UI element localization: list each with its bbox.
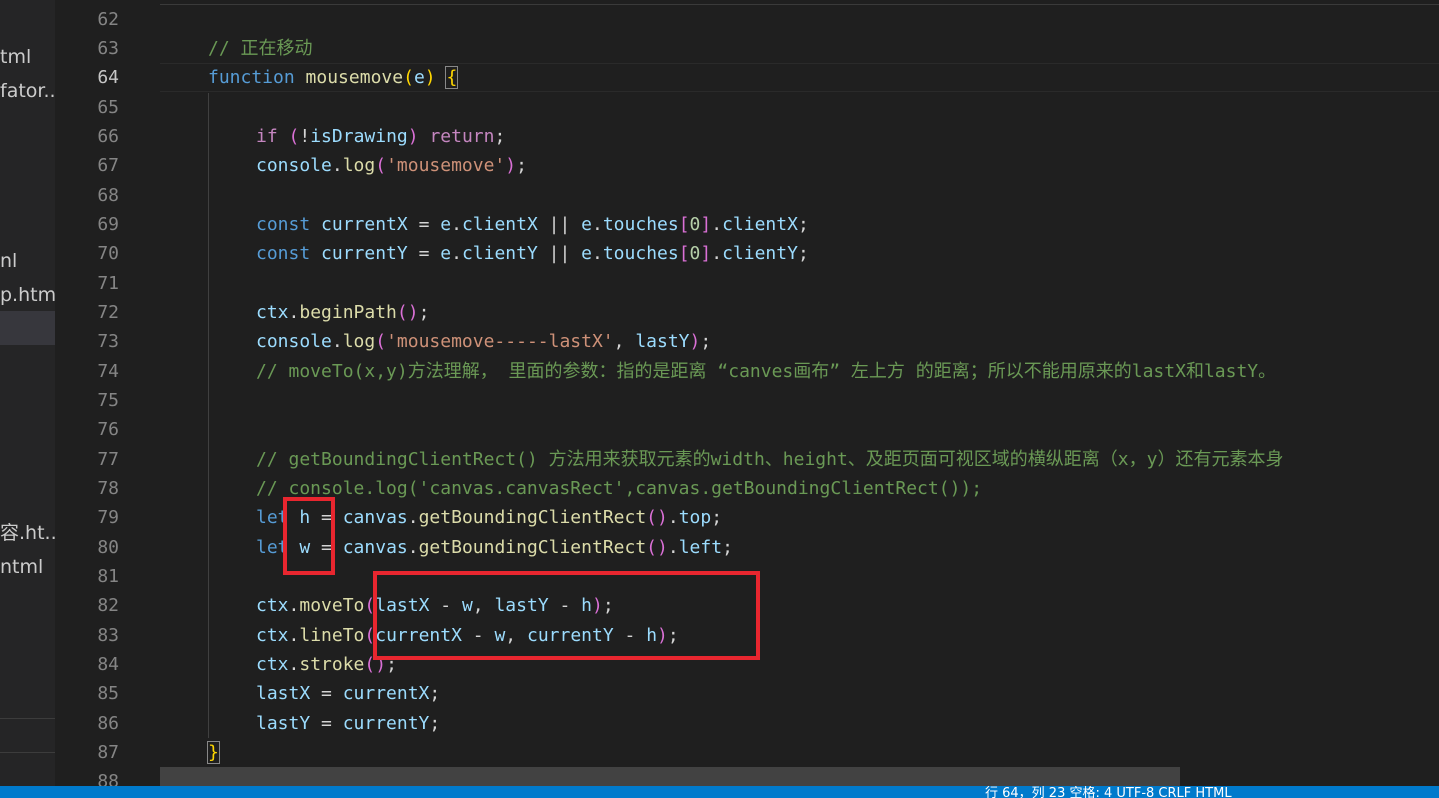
line-number: 87: [97, 742, 119, 763]
code-line-69: const currentX = e.clientX || e.touches[…: [256, 214, 809, 235]
line-number: 86: [97, 713, 119, 734]
line-number: 84: [97, 654, 119, 675]
line-number: 66: [97, 126, 119, 147]
line-number: 67: [97, 155, 119, 176]
line-number: 75: [97, 390, 119, 411]
comment: // moveTo(x,y)方法理解， 里面的参数：指的是距离 “canves画…: [256, 361, 1277, 382]
code-line-85: lastX = currentX;: [256, 683, 441, 704]
comment: // getBoundingClientRect() 方法用来获取元素的widt…: [256, 449, 1284, 470]
line-number: 76: [97, 419, 119, 440]
line-number: 80: [97, 537, 119, 558]
explorer-file-item[interactable]: 容.ht...: [0, 519, 55, 547]
explorer-divider: [0, 718, 55, 719]
editor-top-border: [160, 0, 1439, 5]
code-line-73: console.log('mousemove-----lastX', lastY…: [256, 331, 712, 352]
highlight-box-moveto-lineto: [373, 571, 760, 660]
line-number: 74: [97, 361, 119, 382]
line-number: 72: [97, 302, 119, 323]
status-bar-text[interactable]: 行 64，列 23 空格: 4 UTF-8 CRLF HTML: [985, 786, 1232, 798]
status-bar: 行 64，列 23 空格: 4 UTF-8 CRLF HTML: [0, 786, 1439, 798]
code-line-72: ctx.beginPath();: [256, 302, 430, 323]
comment: // console.log('canvas.canvasRect',canva…: [256, 478, 983, 499]
line-number: 71: [97, 273, 119, 294]
explorer-file-item[interactable]: nl: [0, 247, 55, 275]
code-line-64: function mousemove(e) {: [208, 66, 459, 89]
code-line-78: // console.log('canvas.canvasRect',canva…: [256, 474, 982, 503]
explorer-divider: [0, 752, 55, 753]
line-number: 70: [97, 243, 119, 264]
explorer-selected-row[interactable]: [0, 311, 55, 345]
code-line-66: if (!isDrawing) return;: [256, 126, 506, 147]
line-number: 69: [97, 214, 119, 235]
line-number: 78: [97, 478, 119, 499]
explorer-file-item[interactable]: ntml: [0, 553, 55, 581]
line-number: 85: [97, 683, 119, 704]
code-line-86: lastY = currentY;: [256, 713, 441, 734]
code-line-67: console.log('mousemove');: [256, 155, 527, 176]
line-number-gutter: 62 63 64 65 66 67 68 69 70 71 72 73 74 7…: [55, 0, 160, 792]
code-line-74: // moveTo(x,y)方法理解， 里面的参数：指的是距离 “canves画…: [256, 357, 1276, 386]
line-number-active: 64: [97, 67, 119, 88]
code-editor[interactable]: // 正在移动 function mousemove(e) { if (!isD…: [160, 0, 1439, 786]
code-line-70: const currentY = e.clientY || e.touches[…: [256, 243, 809, 264]
line-number: 79: [97, 507, 119, 528]
line-number: 65: [97, 97, 119, 118]
explorer-file-item[interactable]: p.html: [0, 281, 55, 309]
line-number: 83: [97, 625, 119, 646]
comment: // 正在移动: [208, 38, 313, 59]
line-number: 68: [97, 185, 119, 206]
line-number: 77: [97, 449, 119, 470]
explorer-file-item[interactable]: fator...: [0, 77, 55, 105]
code-line-77: // getBoundingClientRect() 方法用来获取元素的widt…: [256, 445, 1283, 474]
line-number: 81: [97, 566, 119, 587]
line-number: 82: [97, 595, 119, 616]
explorer-file-item[interactable]: tml: [0, 43, 55, 71]
line-number: 63: [97, 38, 119, 59]
line-number: 62: [97, 9, 119, 30]
indent-guide: [208, 93, 209, 738]
explorer-sidebar: tml fator... nl p.html 容.ht... ntml: [0, 0, 55, 798]
highlight-box-hw-vars: [283, 497, 335, 575]
code-line-63: // 正在移动: [208, 34, 313, 63]
horizontal-scrollbar[interactable]: [160, 767, 1180, 786]
line-number: 73: [97, 331, 119, 352]
code-line-87: }: [207, 741, 220, 764]
